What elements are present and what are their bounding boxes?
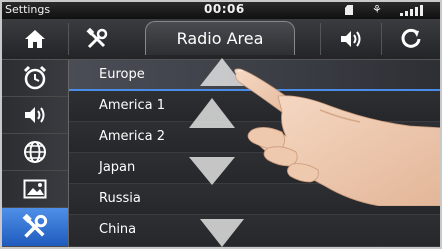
clock: 00:06 [204,2,245,16]
list-item-label: Russia [99,191,141,206]
list-item-label: Japan [99,160,136,175]
hand-pointer-icon [234,68,440,206]
home-button[interactable] [2,19,68,59]
alarm-clock-icon [23,65,47,90]
speaker-icon [25,107,45,123]
list-item-label: Europe [99,67,145,82]
sidebar-item-audio[interactable] [2,97,68,134]
sd-card-icon [345,5,353,15]
home-icon [25,30,45,48]
tools-icon [22,214,48,238]
settings-sidebar [2,60,69,247]
picture-icon [23,179,47,199]
sidebar-item-tools[interactable] [2,208,68,247]
usb-icon: ⚘ [372,3,382,16]
scroll-down-arrow-icon[interactable] [200,219,244,247]
scroll-down-arrow-icon[interactable] [189,157,235,185]
page-title: Radio Area [145,21,295,55]
scroll-up-arrow-icon[interactable] [189,98,235,128]
globe-icon [24,141,46,163]
list-item-label: America 1 [99,98,166,113]
refresh-icon [401,28,421,48]
status-bar: Settings 00:06 ⚘ [2,2,440,19]
back-button[interactable] [382,19,440,59]
top-bar: Radio Area [2,19,440,60]
app-title: Settings [5,3,51,16]
sidebar-item-clock[interactable] [2,60,68,97]
tools-button[interactable] [69,19,124,59]
sidebar-item-display[interactable] [2,171,68,208]
tools-icon [85,28,107,49]
volume-button[interactable] [321,19,381,59]
page-title-label: Radio Area [176,29,264,48]
list-item[interactable]: China [69,215,440,247]
sidebar-item-language[interactable] [2,134,68,171]
settings-screen: Settings 00:06 ⚘ Radio Area Europe Ameri… [0,0,442,249]
signal-strength-icon [400,5,428,16]
speaker-icon [341,31,361,47]
list-item-label: China [99,222,137,237]
list-item-label: America 2 [99,129,166,144]
